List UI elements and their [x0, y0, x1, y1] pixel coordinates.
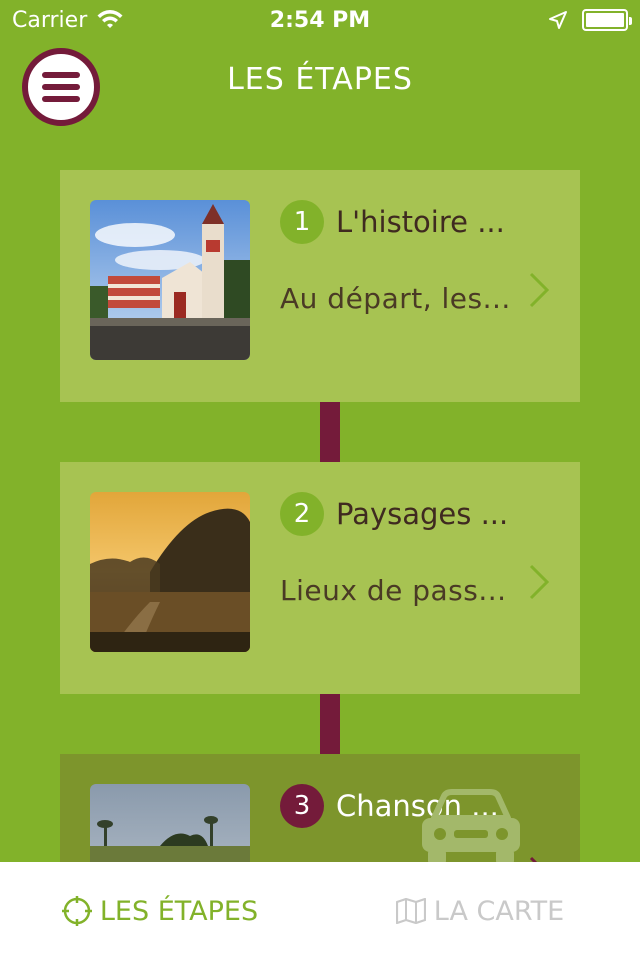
- map-icon: [395, 898, 426, 924]
- tab-label: LES ÉTAPES: [99, 895, 259, 927]
- status-right: [548, 9, 632, 31]
- church-photo: [90, 200, 250, 360]
- landscape-photo: [90, 492, 250, 652]
- tab-label: LA CARTE: [433, 895, 565, 927]
- status-left: Carrier: [12, 8, 123, 33]
- tab-les-etapes[interactable]: LES ÉTAPES: [0, 862, 320, 960]
- carrier-label: Carrier: [12, 7, 88, 33]
- chevron-right-icon: [529, 272, 550, 308]
- crosshair-icon: [61, 896, 92, 926]
- stage-subtitle: Lieux de pass...: [280, 574, 507, 607]
- status-bar: Carrier 2:54 PM: [0, 0, 640, 40]
- stage-title: L'histoire ...: [336, 205, 505, 239]
- stage-number-badge: 1: [280, 200, 324, 244]
- battery-icon: [582, 9, 632, 31]
- stage-number-badge: 3: [280, 784, 324, 828]
- car-icon: [422, 789, 520, 864]
- chevron-right-icon: [529, 564, 550, 600]
- page-title: LES ÉTAPES: [227, 62, 413, 97]
- tab-la-carte[interactable]: LA CARTE: [320, 862, 640, 960]
- stage-thumbnail: [90, 200, 250, 360]
- location-arrow-icon: [549, 11, 567, 29]
- stage-number-badge: 2: [280, 492, 324, 536]
- stage-thumbnail: [90, 492, 250, 652]
- stage-card-1[interactable]: 1 L'histoire ... Au départ, les...: [60, 170, 580, 402]
- stage-connector: [320, 402, 340, 462]
- tab-bar: LES ÉTAPES LA CARTE: [0, 862, 640, 960]
- stage-connector: [320, 694, 340, 754]
- stage-title: Paysages ...: [336, 497, 509, 531]
- stage-card-2[interactable]: 2 Paysages ... Lieux de pass...: [60, 462, 580, 694]
- stage-subtitle: Au départ, les...: [280, 282, 511, 315]
- wifi-icon: [97, 10, 123, 28]
